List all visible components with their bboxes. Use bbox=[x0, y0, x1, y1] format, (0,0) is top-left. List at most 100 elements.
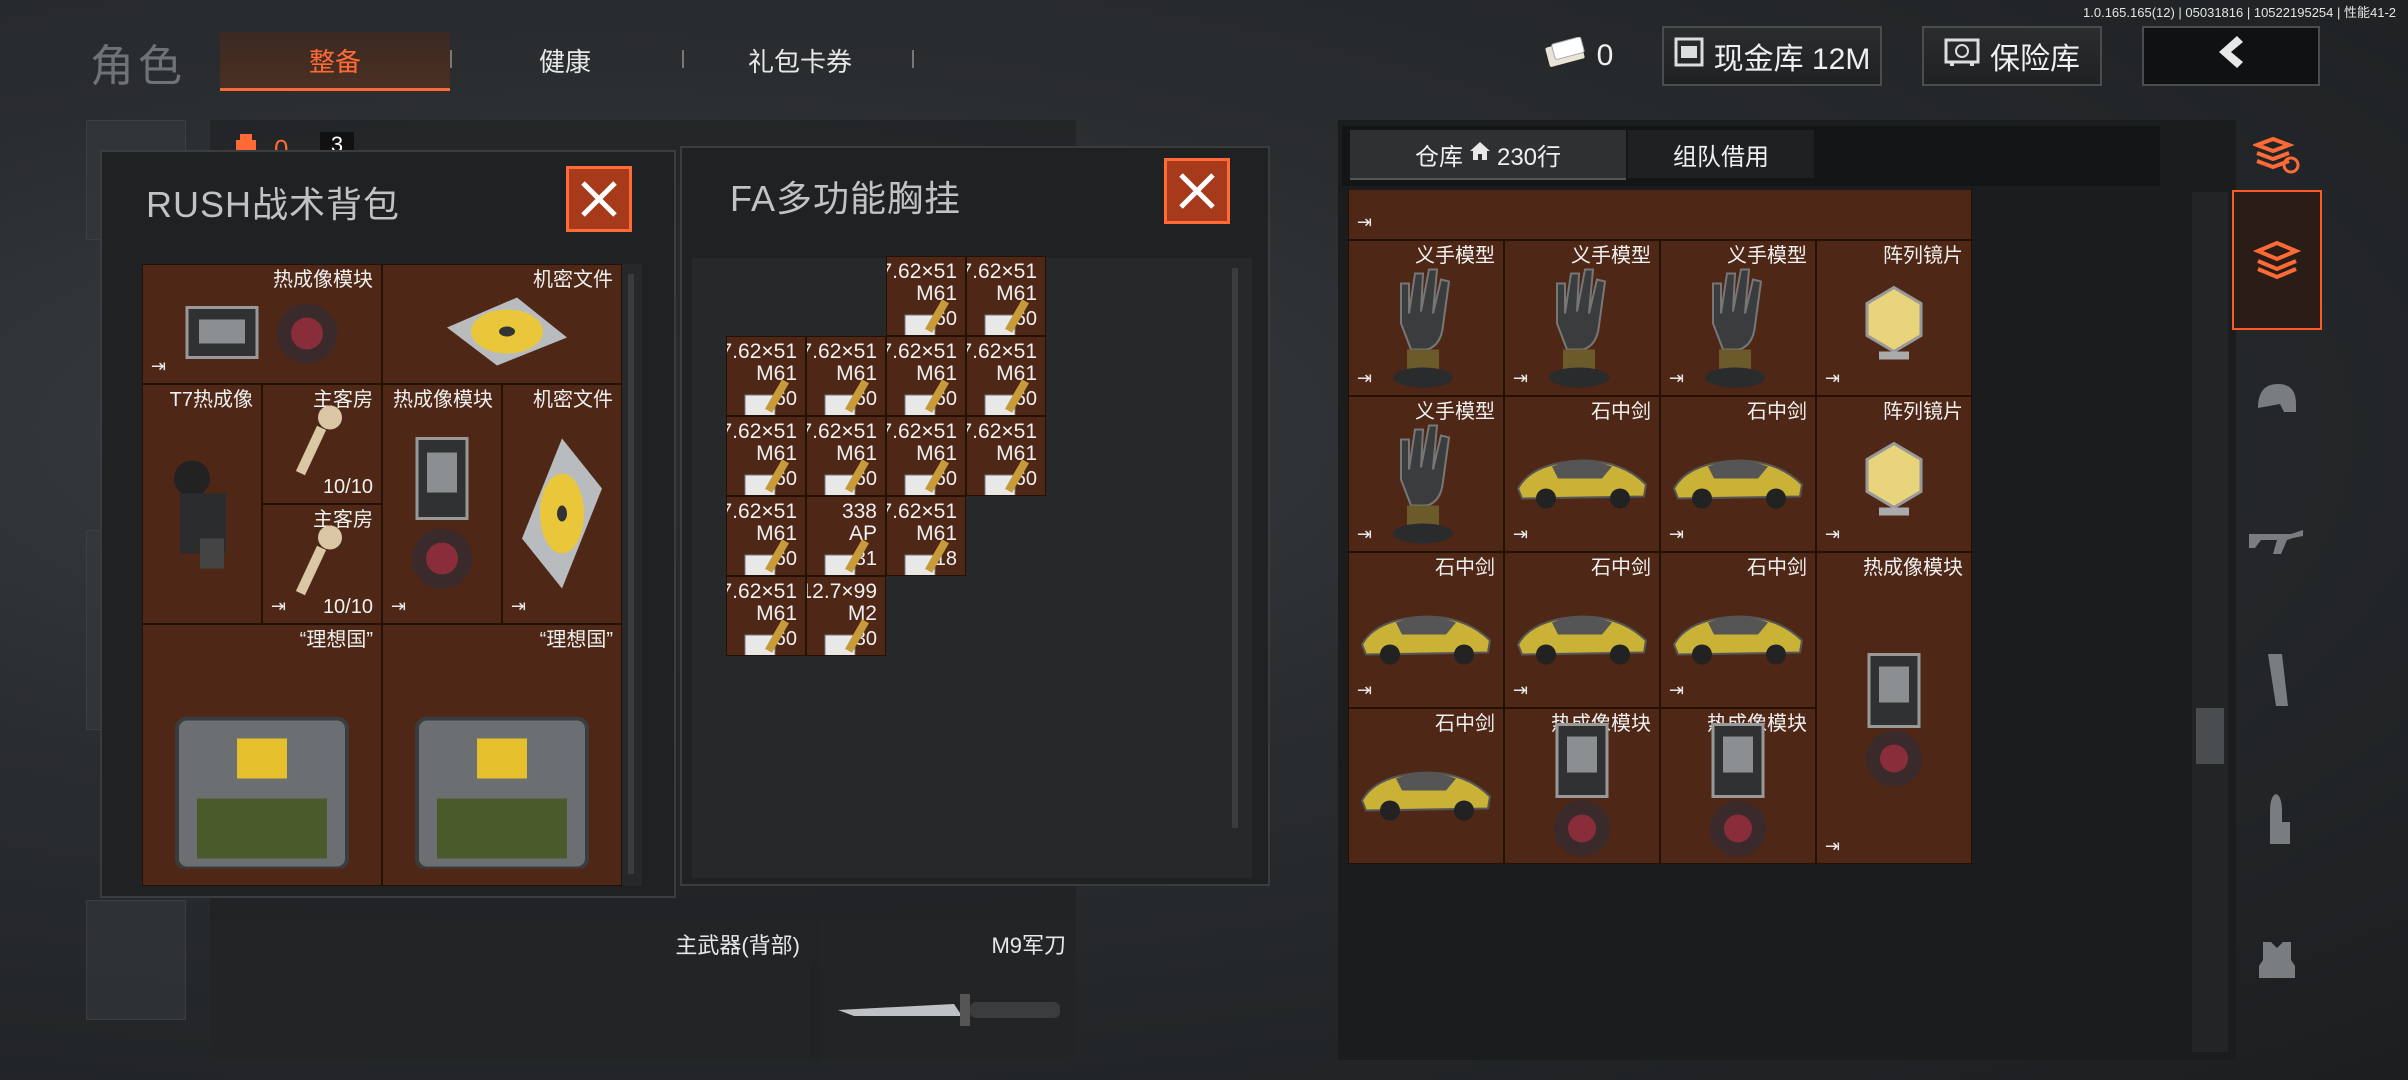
stack-icon bbox=[2252, 240, 2302, 280]
warehouse-item[interactable]: 石中剑 bbox=[1348, 708, 1504, 864]
ammo-stack[interactable]: 338 AP 31 bbox=[806, 496, 886, 576]
ammo-stack[interactable]: 7.62×51 M61 60 bbox=[886, 336, 966, 416]
ammo-caliber-text: 338 bbox=[841, 500, 877, 523]
sidebar-weapons[interactable] bbox=[2232, 470, 2322, 610]
close-chest-rig-button[interactable] bbox=[1164, 158, 1230, 224]
sidebar-ammo[interactable] bbox=[2232, 750, 2322, 890]
warehouse-item[interactable]: 义手模型 ⇥ bbox=[1348, 396, 1504, 552]
warehouse-item[interactable]: 石中剑 ⇥ bbox=[1348, 552, 1504, 708]
ammo-stack[interactable]: 7.62×51 M61 60 bbox=[726, 336, 806, 416]
t7-thermal-scope-icon bbox=[162, 438, 242, 593]
pouch-slot[interactable] bbox=[86, 900, 186, 1020]
item-label: 石中剑 bbox=[1747, 401, 1807, 423]
warehouse-item[interactable]: 热成像模块 bbox=[1660, 708, 1816, 864]
warehouse-item[interactable]: 义手模型 ⇥ bbox=[1348, 240, 1504, 396]
knife-slot[interactable]: M9军刀 bbox=[820, 920, 1076, 1060]
back-button[interactable] bbox=[2142, 26, 2320, 86]
move-out-icon: ⇥ bbox=[1513, 368, 1529, 388]
knife-icon bbox=[834, 990, 1064, 1035]
backpack-item[interactable]: 主客房 10/10 ⇥ bbox=[262, 504, 382, 624]
sidebar-all-items[interactable] bbox=[2232, 190, 2322, 330]
ammo-stack[interactable]: 7.62×51 M61 60 bbox=[966, 336, 1046, 416]
ammo-caliber-text: 7.62×51 bbox=[806, 420, 877, 443]
warehouse-scroll-thumb[interactable] bbox=[2196, 708, 2224, 764]
warehouse-item[interactable]: 热成像模块 bbox=[1504, 708, 1660, 864]
tab-team-borrow[interactable]: 组队借用 bbox=[1628, 130, 1814, 178]
backpack-item[interactable]: “理想国” bbox=[142, 624, 382, 886]
case-icon bbox=[407, 699, 597, 874]
warehouse-item[interactable]: 石中剑 ⇥ bbox=[1504, 552, 1660, 708]
warehouse-item[interactable]: 热成像模块 ⇥ bbox=[1816, 552, 1972, 864]
ammo-stack[interactable]: 7.62×51 M61 60 bbox=[726, 416, 806, 496]
ammo-box-icon bbox=[743, 535, 797, 575]
tab-gift-coupons[interactable]: 礼包卡券 bbox=[700, 32, 900, 88]
ammo-stack[interactable]: 7.62×51 M61 60 bbox=[966, 256, 1046, 336]
ammo-box-icon bbox=[903, 455, 957, 495]
backpack-item[interactable]: T7热成像 bbox=[142, 384, 262, 624]
ammo-box-icon bbox=[823, 535, 877, 575]
ammo-grid: 7.62×51 M61 60 7.62×51 M61 60 7.62×51 M61 60 7.62… bbox=[726, 256, 1226, 836]
tab-health[interactable]: 健康 bbox=[470, 32, 660, 88]
tab-storage[interactable]: 仓库 230行 bbox=[1350, 130, 1626, 180]
safe-box-button[interactable]: 保险库 bbox=[1922, 26, 2102, 86]
backpack-scrollbar[interactable] bbox=[628, 274, 634, 874]
warehouse-item[interactable]: 义手模型 ⇥ bbox=[1504, 240, 1660, 396]
item-label: 阵列镜片 bbox=[1883, 401, 1963, 423]
backpack-item[interactable]: 机密文件 bbox=[382, 264, 622, 384]
warehouse-item[interactable]: 石中剑 ⇥ bbox=[1504, 396, 1660, 552]
warehouse-item[interactable]: 石中剑 ⇥ bbox=[1660, 552, 1816, 708]
backpack-item[interactable]: 热成像模块 ⇥ bbox=[382, 384, 502, 624]
sidebar-armor[interactable] bbox=[2232, 890, 2322, 1030]
warehouse-item[interactable]: 石中剑 ⇥ bbox=[1660, 396, 1816, 552]
ammo-stack[interactable]: 7.62×51 M61 60 bbox=[886, 256, 966, 336]
ammo-stack[interactable]: 7.62×51 M61 60 bbox=[806, 416, 886, 496]
warehouse-item[interactable]: 阵列镜片 ⇥ bbox=[1816, 396, 1972, 552]
backpack-item[interactable]: 主客房 10/10 bbox=[262, 384, 382, 504]
sidebar-sort-button[interactable] bbox=[2232, 120, 2322, 190]
bullet-icon bbox=[2270, 794, 2290, 844]
cash-vault-button[interactable]: 现金库 12M bbox=[1662, 26, 1882, 86]
warehouse-item[interactable]: 阵列镜片 ⇥ bbox=[1816, 240, 1972, 396]
warehouse-scroll-track[interactable] bbox=[2192, 192, 2228, 1052]
ammo-stack[interactable]: 7.62×51 M61 60 bbox=[726, 576, 806, 656]
ammo-stack[interactable]: 7.62×51 M61 60 bbox=[726, 496, 806, 576]
sports-car-icon bbox=[1512, 444, 1652, 519]
ammo-caliber-text: 7.62×51 bbox=[966, 260, 1037, 283]
magazine-icon bbox=[2268, 654, 2288, 706]
prosthetic-hand-icon bbox=[1537, 253, 1627, 395]
backpack-item[interactable]: 热成像模块 ⇥ bbox=[142, 264, 382, 384]
primary-weapon-label: 主武器(背部) bbox=[675, 933, 800, 958]
warehouse-item[interactable]: ⇥ bbox=[1348, 190, 1972, 240]
chest-rig-popup: FA多功能胸挂 7.62×51 M61 60 7.62×51 M61 60 7.62×51 M… bbox=[680, 146, 1270, 886]
backpack-item[interactable]: “理想国” bbox=[382, 624, 622, 886]
sidebar-helmet[interactable] bbox=[2232, 330, 2322, 470]
ammo-stack[interactable]: 7.62×51 M61 60 bbox=[886, 416, 966, 496]
case-icon bbox=[167, 699, 357, 874]
warehouse-item[interactable]: 义手模型 ⇥ bbox=[1660, 240, 1816, 396]
move-out-icon: ⇥ bbox=[271, 596, 287, 616]
tab-equip[interactable]: 整备 bbox=[220, 32, 450, 91]
sidebar-magazines[interactable] bbox=[2232, 610, 2322, 750]
category-sidebar bbox=[2232, 120, 2322, 1060]
ammo-stack[interactable]: 7.62×51 M61 60 bbox=[806, 336, 886, 416]
ammo-caliber-text: 7.62×51 bbox=[966, 420, 1037, 443]
tab-divider bbox=[450, 50, 452, 68]
thermal-module-icon bbox=[397, 428, 487, 603]
ammo-stack[interactable]: 7.62×51 M61 18 bbox=[886, 496, 966, 576]
ammo-caliber-text: 7.62×51 bbox=[886, 340, 957, 363]
knife-label: M9军刀 bbox=[991, 933, 1066, 958]
safe-icon bbox=[1944, 37, 1980, 75]
ammo-caliber-text: 7.62×51 bbox=[966, 340, 1037, 363]
ammo-stack[interactable]: 12.7×99 M2 30 bbox=[806, 576, 886, 656]
ammo-box-icon bbox=[743, 375, 797, 415]
backpack-item[interactable]: 机密文件 ⇥ bbox=[502, 384, 622, 624]
close-icon bbox=[1179, 173, 1215, 209]
primary-weapon-slot[interactable]: 主武器(背部) bbox=[210, 920, 810, 1060]
ammo-box-icon bbox=[983, 295, 1037, 335]
ammo-stack[interactable]: 7.62×51 M61 60 bbox=[966, 416, 1046, 496]
chest-rig-scrollbar[interactable] bbox=[1232, 268, 1238, 828]
top-bar: 角色 整备 健康 礼包卡券 1.0.165.165(12) | 05031816… bbox=[0, 0, 2408, 92]
close-backpack-button[interactable] bbox=[566, 166, 632, 232]
safe-box-label: 保险库 bbox=[1990, 43, 2080, 76]
backpack-popup: RUSH战术背包 热成像模块 ⇥ 机密文件 T7热成像 主客房 10/10 主客… bbox=[100, 150, 676, 898]
